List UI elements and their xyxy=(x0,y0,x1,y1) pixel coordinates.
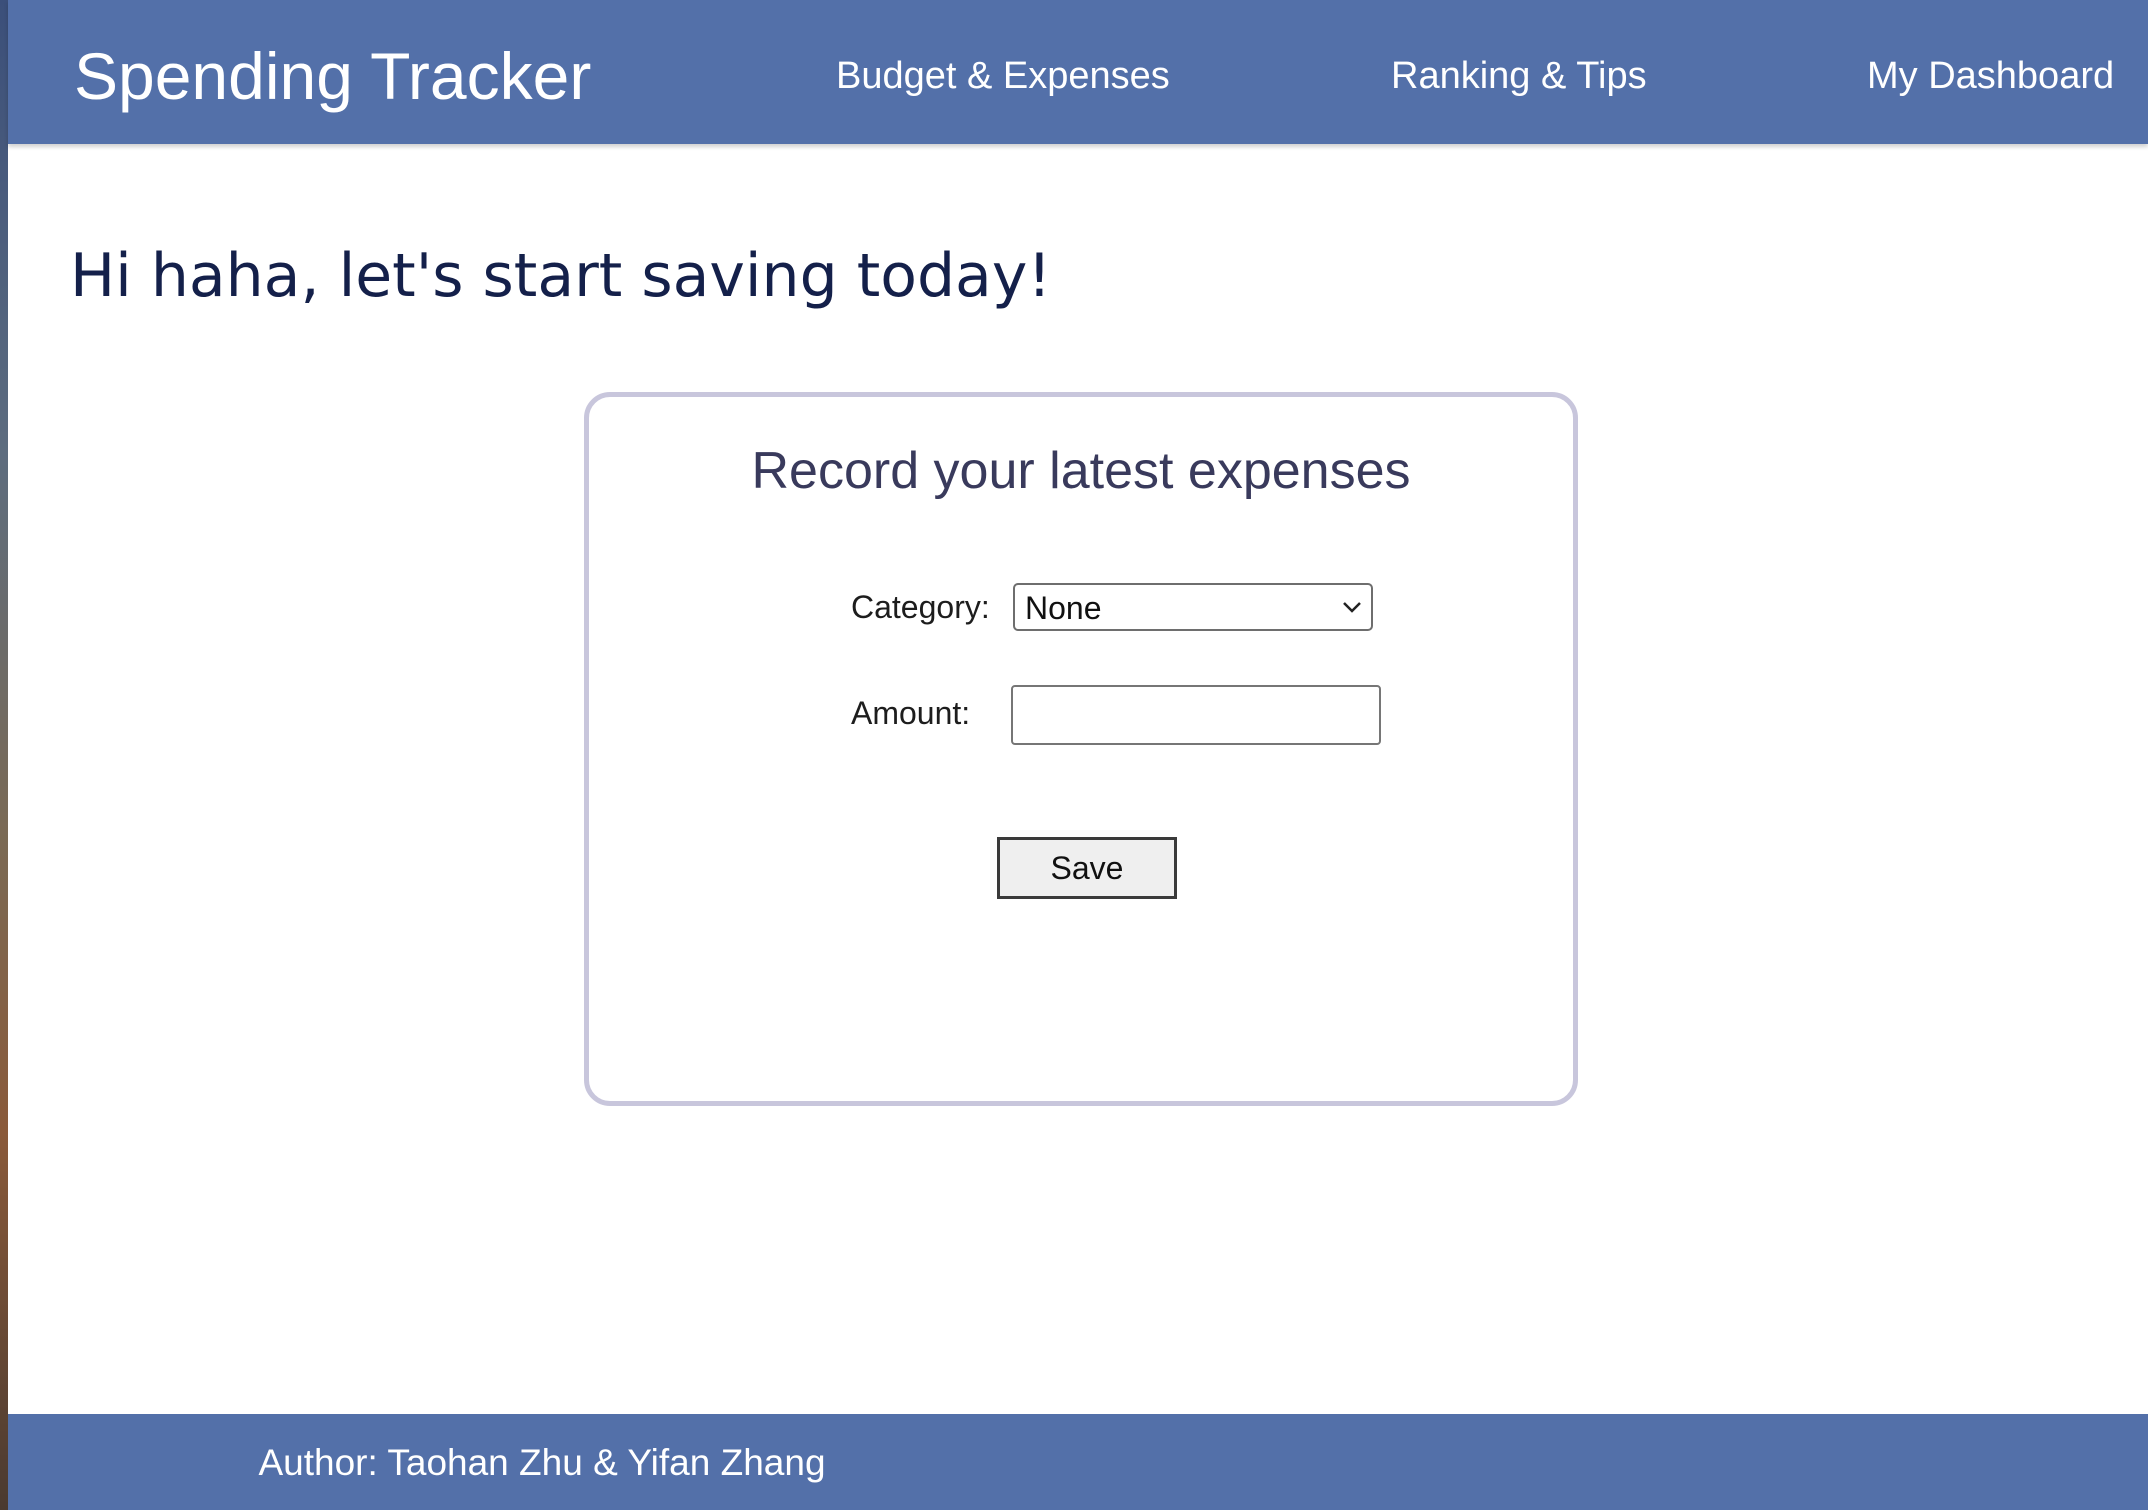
category-select[interactable]: None xyxy=(1013,583,1373,631)
brand-title[interactable]: Spending Tracker xyxy=(74,36,591,116)
nav-link-budget-expenses[interactable]: Budget & Expenses xyxy=(836,52,1170,100)
nav-link-ranking-tips[interactable]: Ranking & Tips xyxy=(1391,52,1647,100)
desktop-background-strip xyxy=(0,0,8,1510)
chevron-down-icon xyxy=(1343,602,1361,613)
expense-form-card: Record your latest expenses Category: No… xyxy=(584,392,1578,1106)
amount-input[interactable] xyxy=(1011,685,1381,745)
category-label: Category: xyxy=(851,589,990,625)
category-selected-value: None xyxy=(1025,590,1102,626)
amount-label: Amount: xyxy=(851,695,971,731)
nav-link-my-dashboard[interactable]: My Dashboard xyxy=(1867,52,2114,100)
page-footer: Author: Taohan Zhu & Yifan Zhang xyxy=(8,1414,2148,1510)
expense-form-title: Record your latest expenses xyxy=(751,442,1411,500)
save-button[interactable]: Save xyxy=(997,837,1177,899)
greeting-heading: Hi haha, let's start saving today! xyxy=(70,241,1052,311)
footer-author-text: Author: Taohan Zhu & Yifan Zhang xyxy=(258,1442,826,1483)
top-navbar: Spending Tracker Budget & Expenses Ranki… xyxy=(8,0,2148,144)
